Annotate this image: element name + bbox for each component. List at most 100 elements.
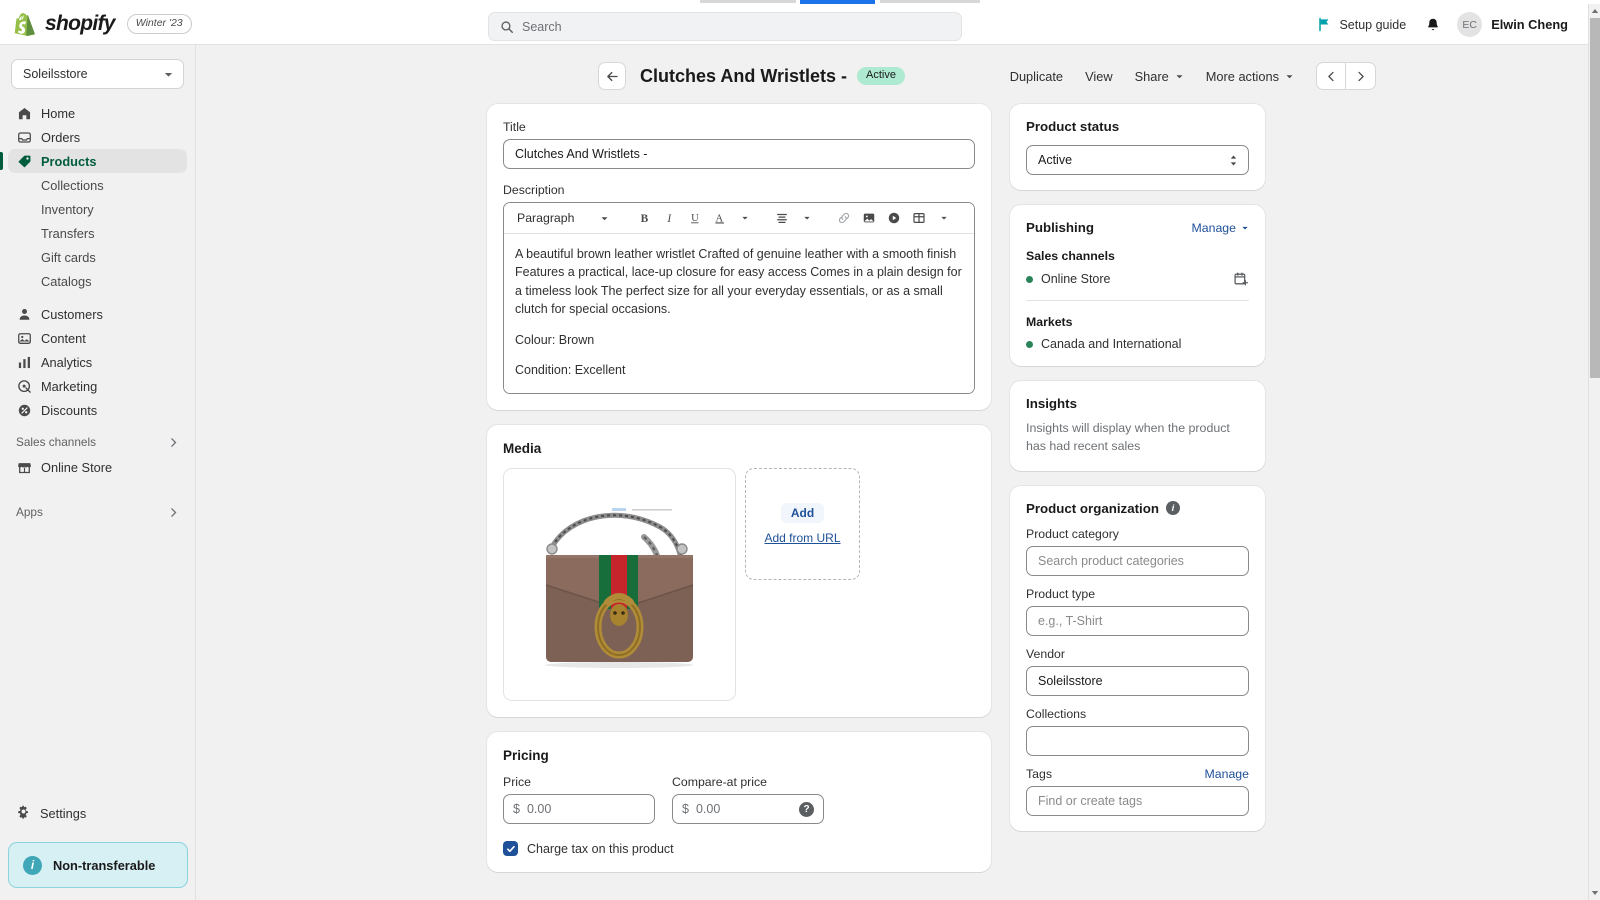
shopify-logo[interactable]: shopify Winter '23: [0, 12, 192, 36]
price-value: 0.00: [526, 802, 552, 817]
page-scrollbar[interactable]: [1588, 4, 1600, 900]
collections-group: Collections: [1026, 707, 1249, 756]
calendar-add-icon[interactable]: [1233, 271, 1249, 287]
sidebar-item-discounts[interactable]: Discounts: [8, 398, 187, 422]
browser-tab[interactable]: [700, 0, 796, 3]
sidebar-item-online-store[interactable]: Online Store: [8, 455, 187, 479]
browser-tab[interactable]: [880, 0, 980, 3]
add-from-url-link[interactable]: Add from URL: [764, 531, 840, 545]
sidebar-item-analytics[interactable]: Analytics: [8, 350, 187, 374]
sidebar-section-apps[interactable]: Apps: [8, 499, 187, 525]
product-status-select[interactable]: Active: [1026, 145, 1249, 175]
text-color-caret[interactable]: [733, 207, 756, 230]
product-status-card: Product status Active: [1010, 104, 1265, 190]
sidebar-sub-label: Inventory: [41, 201, 94, 217]
store-switcher[interactable]: Soleilsstore: [11, 59, 184, 89]
media-card: Media Add Add from URL: [487, 425, 991, 718]
question-mark-icon[interactable]: ?: [799, 801, 814, 817]
info-icon[interactable]: i: [1165, 501, 1180, 516]
shopify-bag-icon: [14, 12, 35, 36]
scroll-up-arrow[interactable]: [1589, 4, 1600, 18]
user-menu[interactable]: EC Elwin Cheng: [1451, 8, 1576, 41]
page-title: Clutches And Wristlets -: [640, 65, 848, 86]
price-input[interactable]: $ 0.00: [503, 794, 655, 825]
sidebar-item-content[interactable]: Content: [8, 326, 187, 350]
media-add-dropzone[interactable]: Add Add from URL: [745, 468, 860, 581]
left-column: Title Clutches And Wristlets - Descripti…: [487, 104, 991, 887]
insert-table-button[interactable]: [907, 207, 930, 230]
market-name: Canada and International: [1041, 337, 1182, 351]
more-options-button[interactable]: [969, 207, 974, 230]
sidebar-item-label: Customers: [41, 306, 103, 322]
block-format-select[interactable]: Paragraph: [511, 207, 619, 230]
align-button[interactable]: [770, 207, 793, 230]
settings-label: Settings: [40, 805, 87, 821]
product-type-input[interactable]: e.g., T-Shirt: [1026, 605, 1249, 636]
text-color-button[interactable]: A: [708, 207, 731, 230]
publishing-manage-button[interactable]: Manage: [1192, 221, 1249, 235]
link-button[interactable]: [832, 207, 855, 230]
sidebar-item-inventory[interactable]: Inventory: [8, 197, 187, 221]
orders-icon: [16, 129, 32, 145]
tags-manage-button[interactable]: Manage: [1205, 767, 1249, 781]
insert-image-button[interactable]: [857, 207, 880, 230]
sidebar-item-orders[interactable]: Orders: [8, 125, 187, 149]
italic-button[interactable]: I: [658, 207, 681, 230]
right-column: Product status Active Publishing Manage: [1010, 104, 1265, 887]
scrollbar-thumb[interactable]: [1590, 18, 1600, 378]
sidebar-item-catalogs[interactable]: Catalogs: [8, 269, 187, 293]
charge-tax-checkbox[interactable]: [503, 841, 518, 857]
tags-input[interactable]: Find or create tags: [1026, 785, 1249, 816]
sidebar-item-transfers[interactable]: Transfers: [8, 221, 187, 245]
sidebar-item-gift-cards[interactable]: Gift cards: [8, 245, 187, 269]
underline-button[interactable]: U: [683, 207, 706, 230]
product-category-input[interactable]: Search product categories: [1026, 545, 1249, 576]
shopify-wordmark: shopify: [45, 12, 115, 35]
svg-text:I: I: [666, 213, 672, 225]
sidebar-item-products[interactable]: Products: [0, 149, 187, 173]
sidebar-section-sales-channels[interactable]: Sales channels: [8, 429, 187, 455]
non-transferable-banner[interactable]: i Non-transferable: [8, 842, 188, 888]
flag-icon: [1319, 17, 1329, 32]
add-media-button[interactable]: Add: [780, 503, 825, 524]
view-button[interactable]: View: [1075, 63, 1123, 90]
publishing-title: Publishing: [1026, 220, 1094, 235]
sidebar-item-home[interactable]: Home: [8, 101, 187, 125]
media-thumbnail[interactable]: [503, 468, 736, 702]
content-columns: Title Clutches And Wristlets - Descripti…: [487, 90, 1265, 887]
next-product-button[interactable]: [1346, 62, 1376, 90]
sidebar-item-settings[interactable]: Settings: [8, 800, 188, 826]
table-caret[interactable]: [932, 207, 955, 230]
setup-guide-button[interactable]: Setup guide: [1308, 12, 1415, 37]
sidebar-item-customers[interactable]: Customers: [8, 302, 187, 326]
align-caret[interactable]: [795, 207, 818, 230]
align-icon: [776, 213, 787, 223]
title-input[interactable]: Clutches And Wristlets -: [503, 139, 975, 169]
search-input[interactable]: Search: [488, 12, 962, 41]
status-badge: Active: [857, 66, 905, 86]
title-field-label: Title: [503, 120, 526, 134]
back-button[interactable]: [598, 62, 626, 90]
product-category-group: Product category Search product categori…: [1026, 527, 1249, 576]
price-row: Price $ 0.00 Compare-at price $ 0.00 ?: [503, 775, 975, 825]
charge-tax-row[interactable]: Charge tax on this product: [503, 841, 975, 857]
sidebar-item-marketing[interactable]: Marketing: [8, 374, 187, 398]
compare-price-input[interactable]: $ 0.00 ?: [672, 794, 824, 825]
release-badge: Winter '23: [126, 14, 192, 34]
gear-icon: [16, 804, 31, 822]
more-actions-button[interactable]: More actions: [1196, 63, 1304, 90]
price-label: Price: [503, 775, 532, 790]
collections-input[interactable]: [1026, 725, 1249, 756]
vendor-input[interactable]: Soleilsstore: [1026, 665, 1249, 696]
bold-button[interactable]: B: [633, 207, 656, 230]
insert-video-button[interactable]: [882, 207, 905, 230]
previous-product-button[interactable]: [1316, 62, 1346, 90]
duplicate-button[interactable]: Duplicate: [1000, 63, 1073, 90]
info-icon: i: [23, 855, 42, 875]
sidebar-item-collections[interactable]: Collections: [8, 173, 187, 197]
price-currency: $: [513, 802, 520, 817]
share-button[interactable]: Share: [1125, 63, 1194, 90]
description-body[interactable]: A beautiful brown leather wristlet Craft…: [504, 234, 974, 394]
notifications-button[interactable]: [1415, 11, 1451, 39]
scroll-down-arrow[interactable]: [1589, 886, 1600, 900]
